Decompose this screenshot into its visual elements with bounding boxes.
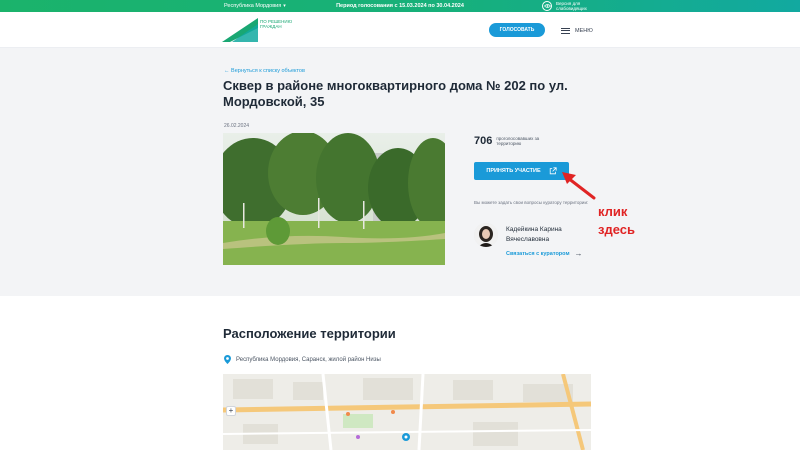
location-address: Республика Мордовия, Саранск, жилой райо… xyxy=(224,355,381,364)
publish-date: 26.02.2024 xyxy=(224,123,250,129)
annotation-line-2: здесь xyxy=(598,222,635,237)
vote-count-label: проголосовавших за территорию xyxy=(496,135,540,147)
location-title: Расположение территории xyxy=(223,326,396,341)
address-text: Республика Мордовия, Саранск, жилой райо… xyxy=(236,356,381,363)
vote-button[interactable]: ГОЛОСОВАТЬ xyxy=(489,23,545,37)
location-map[interactable] xyxy=(223,374,591,450)
annotation-arrow-icon xyxy=(562,172,596,200)
page-title: Сквер в районе многоквартирного дома № 2… xyxy=(223,78,568,109)
back-link-label: Вернуться к списку объектов xyxy=(231,68,305,74)
contact-curator-label: Связаться с куратором xyxy=(506,250,570,257)
map-pin-icon xyxy=(224,355,231,364)
top-bar: Республика Мордовия ▾ Период голосования … xyxy=(0,0,800,12)
vote-counter: 706 проголосовавших за территорию xyxy=(474,135,541,147)
vote-count: 706 xyxy=(474,135,493,147)
join-button-label: ПРИНЯТЬ УЧАСТИЕ xyxy=(486,168,541,174)
accessibility-label: Версия для слабовидящих xyxy=(556,1,587,11)
curator-card: Кадейкина Карина Вячеславовна Связаться … xyxy=(474,223,583,258)
eye-icon xyxy=(542,1,552,11)
curator-name: Кадейкина Карина Вячеславовна xyxy=(506,226,562,243)
object-photo[interactable] xyxy=(223,133,445,265)
hamburger-icon xyxy=(561,26,570,35)
back-link[interactable]: ← Вернуться к списку объектов xyxy=(224,68,305,74)
join-button[interactable]: ПРИНЯТЬ УЧАСТИЕ xyxy=(474,162,569,180)
curator-avatar xyxy=(474,223,498,247)
logo-text: ПО РЕШЕНИЮ ГРАЖДАН xyxy=(260,19,293,29)
voting-period: Период голосования с 15.03.2024 по 30.04… xyxy=(336,3,464,9)
arrow-left-icon: ← xyxy=(224,68,230,74)
accessibility-toggle[interactable]: Версия для слабовидящих xyxy=(542,1,596,11)
zoom-in-button[interactable]: + xyxy=(226,406,236,416)
annotation-text: клик здесь xyxy=(598,203,635,239)
arrow-right-icon: → xyxy=(574,249,583,258)
object-section: ← Вернуться к списку объектов Сквер в ра… xyxy=(0,48,800,296)
external-link-icon xyxy=(549,167,557,175)
site-header: ПО РЕШЕНИЮ ГРАЖДАН ГОЛОСОВАТЬ МЕНЮ xyxy=(0,12,800,48)
menu-button[interactable]: МЕНЮ xyxy=(561,26,593,35)
annotation-line-1: клик xyxy=(598,204,628,219)
menu-label: МЕНЮ xyxy=(575,27,593,34)
contact-curator-link[interactable]: Связаться с куратором → xyxy=(506,249,583,258)
